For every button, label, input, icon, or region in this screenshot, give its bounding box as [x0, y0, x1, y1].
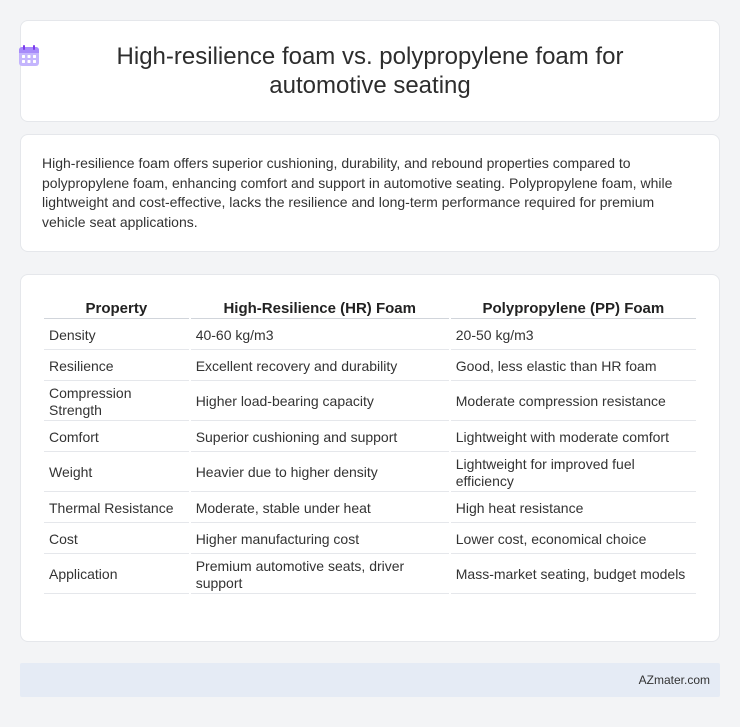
summary-card: High-resilience foam offers superior cus…	[20, 134, 720, 252]
cell-pp-foam: Good, less elastic than HR foam	[450, 352, 696, 381]
cell-property: Density	[44, 321, 189, 350]
cell-property: Compression Strength	[44, 383, 189, 421]
title-card: High-resilience foam vs. polypropylene f…	[19, 20, 720, 122]
footer-brand[interactable]: AZmater.com	[639, 673, 710, 687]
cell-pp-foam: Lower cost, economical choice	[450, 525, 696, 554]
calendar-icon	[19, 45, 39, 66]
cell-pp-foam: Lightweight with moderate comfort	[450, 423, 696, 452]
table-row: Compression Strength Higher load-bearing…	[44, 383, 696, 421]
cell-pp-foam: Mass-market seating, budget models	[450, 556, 696, 594]
cell-hr-foam: Superior cushioning and support	[190, 423, 449, 452]
header-pp-foam: Polypropylene (PP) Foam	[450, 297, 696, 319]
page-title: High-resilience foam vs. polypropylene f…	[19, 42, 679, 100]
cell-pp-foam: High heat resistance	[450, 494, 696, 523]
cell-property: Comfort	[44, 423, 189, 452]
header-property: Property	[44, 297, 189, 319]
cell-hr-foam: Excellent recovery and durability	[190, 352, 449, 381]
cell-property: Cost	[44, 525, 189, 554]
page-title-text: High-resilience foam vs. polypropylene f…	[116, 43, 624, 99]
cell-hr-foam: Moderate, stable under heat	[190, 494, 449, 523]
table-row: Cost Higher manufacturing cost Lower cos…	[44, 525, 696, 554]
cell-pp-foam: Lightweight for improved fuel efficiency	[450, 454, 696, 492]
cell-property: Weight	[44, 454, 189, 492]
cell-pp-foam: Moderate compression resistance	[450, 383, 696, 421]
footer-bar: AZmater.com	[20, 663, 720, 697]
table-row: Density 40-60 kg/m3 20-50 kg/m3	[44, 321, 696, 350]
cell-pp-foam: 20-50 kg/m3	[450, 321, 696, 350]
cell-property: Resilience	[44, 352, 189, 381]
comparison-table-card: Property High-Resilience (HR) Foam Polyp…	[20, 274, 720, 642]
cell-hr-foam: Higher manufacturing cost	[190, 525, 449, 554]
table-row: Thermal Resistance Moderate, stable unde…	[44, 494, 696, 523]
comparison-table: Property High-Resilience (HR) Foam Polyp…	[42, 295, 698, 596]
cell-property: Application	[44, 556, 189, 594]
table-row: Weight Heavier due to higher density Lig…	[44, 454, 696, 492]
cell-property: Thermal Resistance	[44, 494, 189, 523]
summary-text: High-resilience foam offers superior cus…	[42, 155, 673, 230]
table-row: Application Premium automotive seats, dr…	[44, 556, 696, 594]
cell-hr-foam: 40-60 kg/m3	[190, 321, 449, 350]
cell-hr-foam: Premium automotive seats, driver support	[190, 556, 449, 594]
cell-hr-foam: Higher load-bearing capacity	[190, 383, 449, 421]
cell-hr-foam: Heavier due to higher density	[190, 454, 449, 492]
table-header-row: Property High-Resilience (HR) Foam Polyp…	[44, 297, 696, 319]
table-row: Resilience Excellent recovery and durabi…	[44, 352, 696, 381]
header-hr-foam: High-Resilience (HR) Foam	[190, 297, 449, 319]
table-row: Comfort Superior cushioning and support …	[44, 423, 696, 452]
